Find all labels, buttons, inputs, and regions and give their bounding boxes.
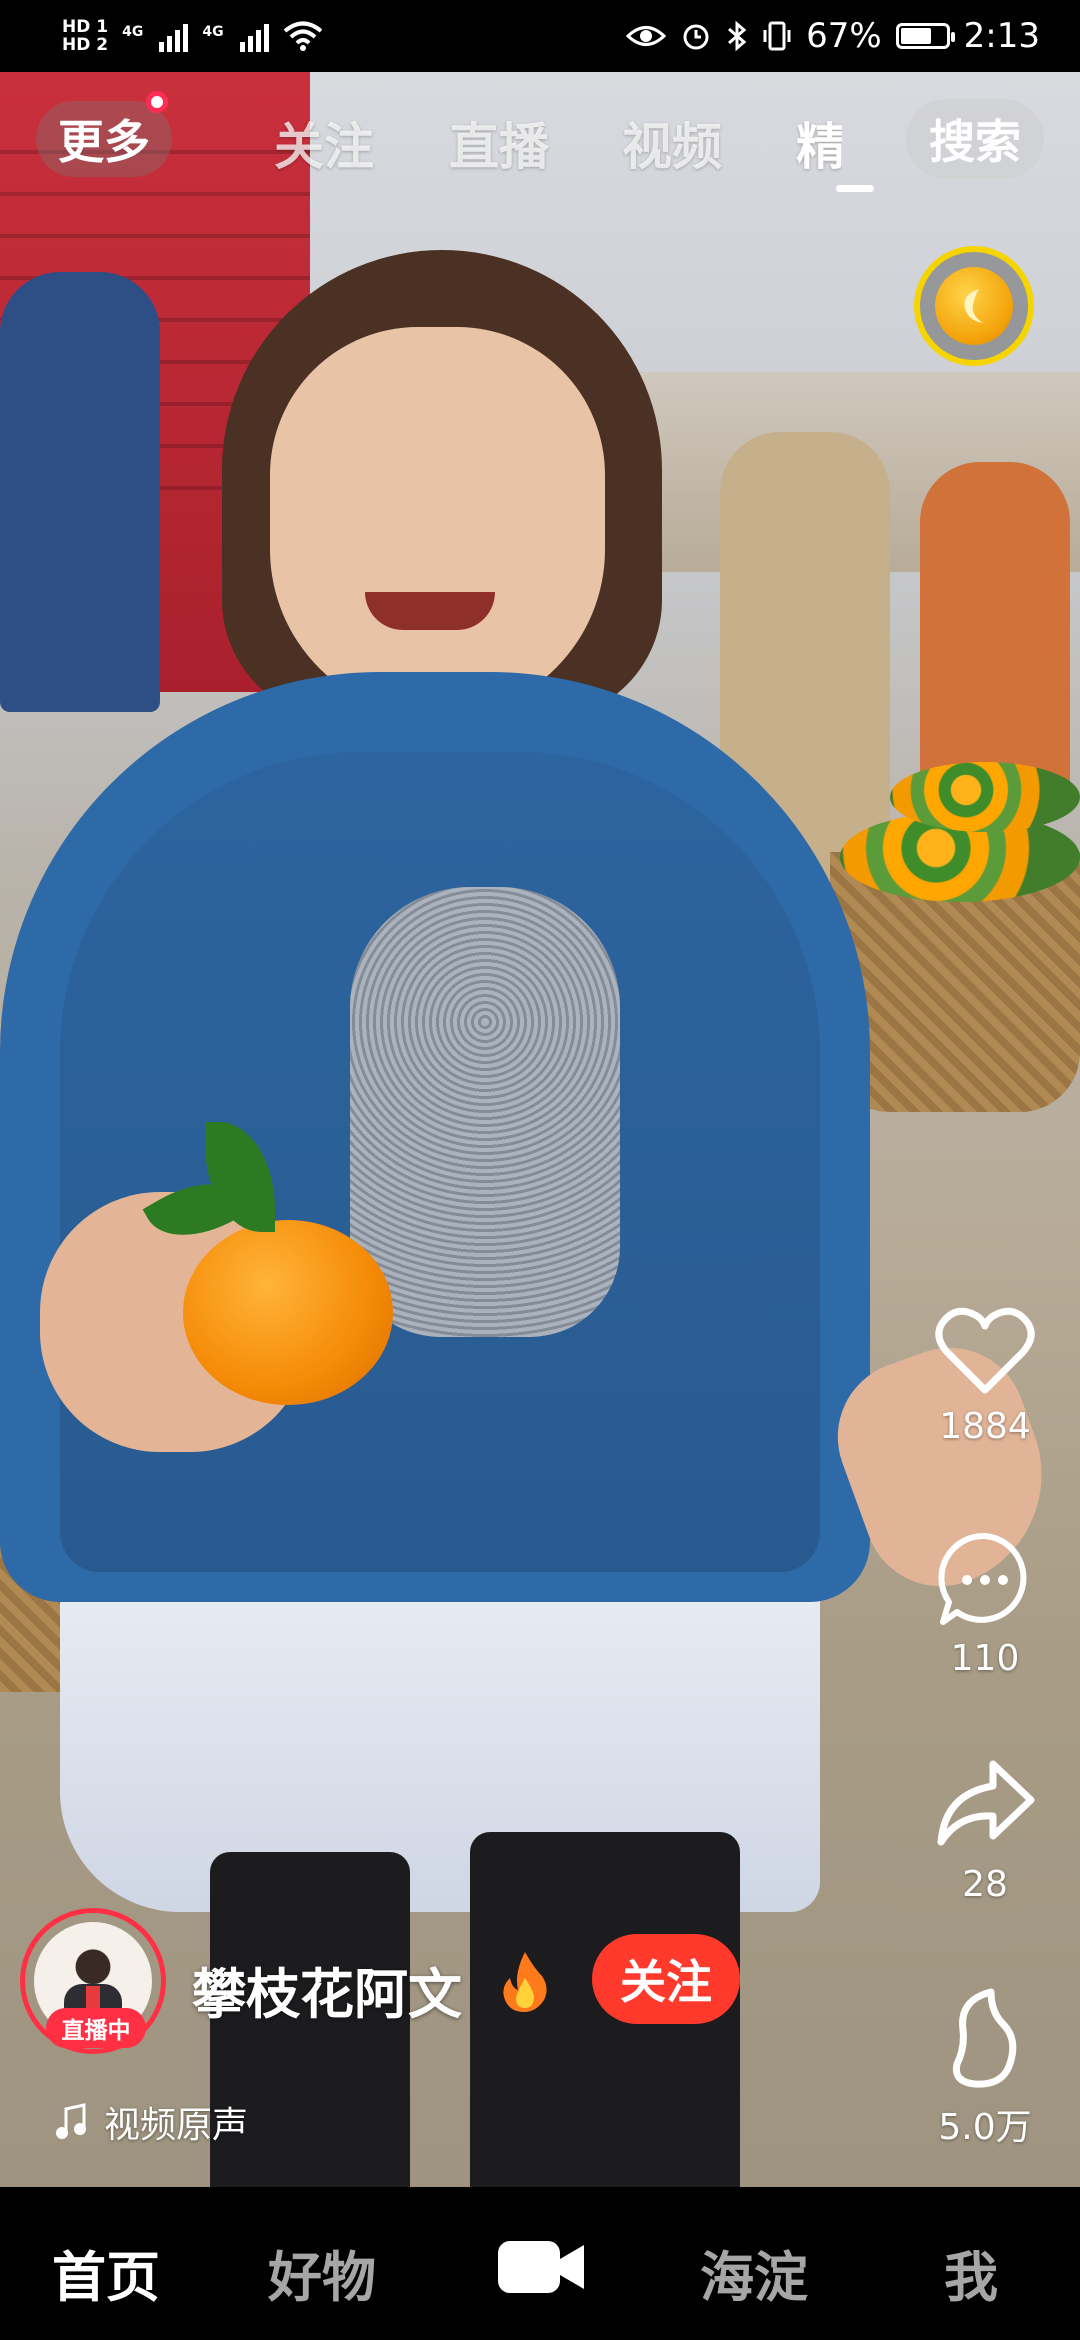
share-action[interactable]: 28	[920, 1756, 1050, 1905]
collect-count: 5.0万	[938, 2107, 1032, 2148]
collect-icon	[952, 1988, 1017, 2088]
tab-following[interactable]: 关注	[274, 107, 374, 179]
music-note-icon	[56, 2103, 86, 2139]
notification-dot	[146, 91, 168, 113]
tab-live[interactable]: 直播	[449, 107, 549, 179]
vibrate-icon	[763, 21, 791, 51]
comment-action[interactable]: 110	[920, 1530, 1050, 1679]
signal-icon	[239, 20, 269, 52]
app-screen: HD 1 HD 2 4G 4G 67% 2:13 更多 关注 直播 视频 精 搜…	[0, 0, 1080, 2340]
comment-count: 110	[950, 1638, 1020, 1679]
music-label: 视频原声	[104, 2105, 249, 2146]
background-person	[0, 272, 160, 712]
hd-badge: HD 1 HD 2	[62, 18, 108, 54]
orange-fruit	[183, 1220, 393, 1405]
eye-icon	[626, 26, 667, 46]
bottom-tab-me[interactable]: 我	[944, 2233, 998, 2312]
bottom-tab-goods[interactable]: 好物	[268, 2233, 376, 2312]
search-button[interactable]: 搜索	[906, 99, 1044, 179]
bear-graphic	[350, 887, 620, 1337]
top-nav: 更多 关注 直播 视频 精 搜索	[0, 91, 1080, 195]
author-name[interactable]: 攀枝花阿文	[192, 1950, 462, 2029]
bottom-nav: 首页 好物 海淀 我	[0, 2187, 1080, 2340]
share-icon	[937, 1760, 1035, 1846]
search-label: 搜索	[929, 115, 1021, 169]
oranges-pile	[890, 762, 1080, 832]
coin-reward-button[interactable]	[914, 246, 1034, 366]
bottom-tab-haidian[interactable]: 海淀	[700, 2233, 808, 2312]
comment-icon	[938, 1532, 1027, 1625]
heart-icon	[935, 1307, 1035, 1394]
fire-icon	[503, 1952, 547, 2012]
more-button[interactable]: 更多	[36, 101, 172, 177]
live-badge[interactable]: 直播中	[46, 2008, 146, 2048]
background-person	[920, 462, 1070, 792]
bottom-tab-home[interactable]: 首页	[52, 2233, 160, 2312]
like-action[interactable]: 1884	[920, 1302, 1050, 1447]
like-count: 1884	[939, 1406, 1031, 1447]
network-type-2: 4G	[202, 24, 224, 40]
collect-action[interactable]: 5.0万	[920, 1986, 1050, 2150]
battery-percent: 67%	[806, 16, 882, 56]
active-tab-indicator	[836, 185, 874, 192]
hd1-label: HD 1	[62, 17, 109, 37]
signal-icon	[159, 20, 189, 52]
person-face	[270, 327, 605, 717]
tab-featured[interactable]: 精	[796, 107, 842, 179]
follow-button[interactable]: 关注	[592, 1934, 740, 2024]
follow-label: 关注	[620, 1955, 712, 2009]
wifi-icon	[283, 21, 322, 51]
bluetooth-icon	[728, 20, 747, 52]
coin-icon	[935, 267, 1013, 345]
status-bar: HD 1 HD 2 4G 4G 67% 2:13	[0, 0, 1080, 72]
battery-icon	[895, 23, 955, 49]
clock-time: 2:13	[963, 16, 1040, 56]
video-player[interactable]	[0, 72, 1080, 2187]
alarm-icon	[683, 24, 709, 50]
camera-icon[interactable]	[496, 2235, 588, 2299]
network-type-1: 4G	[122, 24, 144, 40]
music-info[interactable]: 视频原声	[54, 2096, 248, 2148]
hd2-label: HD 2	[62, 35, 109, 55]
more-label: 更多	[58, 115, 150, 169]
share-count: 28	[962, 1864, 1008, 1905]
tab-video[interactable]: 视频	[622, 107, 722, 179]
person-smile	[365, 592, 495, 630]
